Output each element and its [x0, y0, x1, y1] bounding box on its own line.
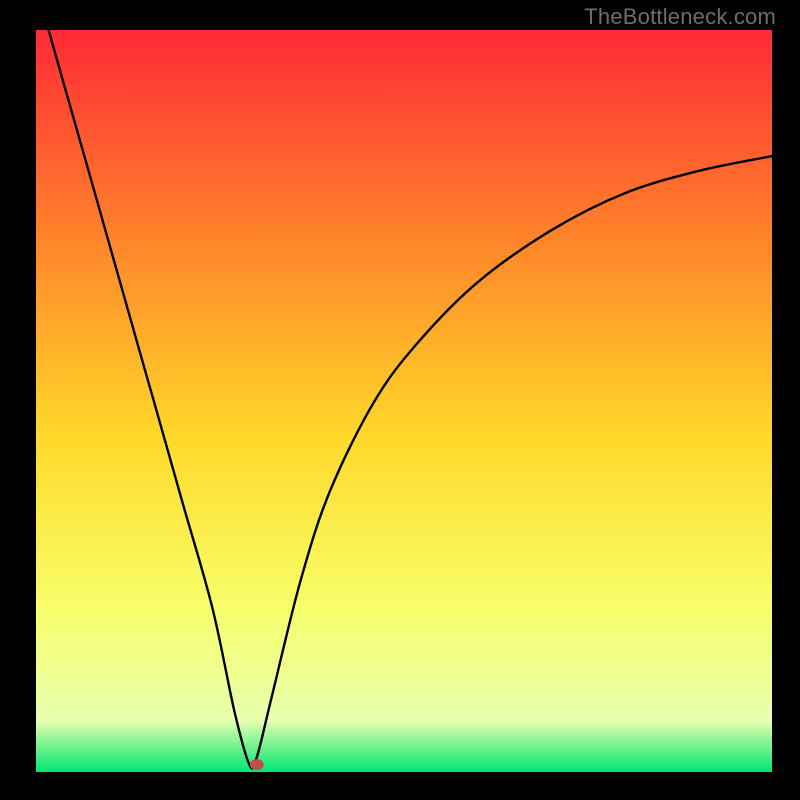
chart-svg	[0, 0, 800, 800]
optimal-point-marker	[250, 759, 264, 770]
plot-area	[36, 30, 772, 772]
chart-frame: TheBottleneck.com	[0, 0, 800, 800]
watermark-label: TheBottleneck.com	[584, 4, 776, 30]
